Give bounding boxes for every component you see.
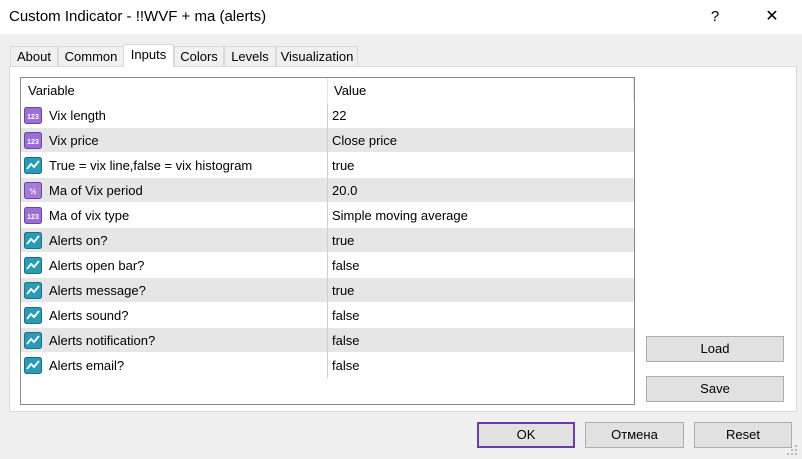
grid-rows: 123 Vix length 22 123 Vix price Close price Tr… bbox=[21, 103, 634, 378]
variable-name: Alerts message? bbox=[49, 283, 146, 298]
variable-name: Alerts notification? bbox=[49, 333, 156, 348]
table-row[interactable]: True = vix line,false = vix histogram tru… bbox=[21, 153, 634, 178]
help-button[interactable]: ? bbox=[700, 5, 730, 29]
cell-divider bbox=[327, 228, 328, 253]
tab-levels[interactable]: Levels bbox=[224, 46, 276, 66]
tab-inputs[interactable]: Inputs bbox=[123, 44, 174, 67]
boolean-icon bbox=[24, 332, 42, 349]
integer-icon: 123 bbox=[24, 107, 42, 124]
table-row[interactable]: Alerts notification? false bbox=[21, 328, 634, 353]
window-title: Custom Indicator - !!WVF + ma (alerts) bbox=[9, 8, 267, 25]
reset-button[interactable]: Reset bbox=[694, 422, 792, 448]
tab-visualization[interactable]: Visualization bbox=[276, 46, 358, 66]
cell-divider bbox=[327, 103, 328, 128]
value-cell[interactable]: false bbox=[332, 358, 359, 373]
title-bar: Custom Indicator - !!WVF + ma (alerts) ?… bbox=[0, 0, 802, 34]
variable-name: True = vix line,false = vix histogram bbox=[49, 158, 253, 173]
table-row[interactable]: Alerts email? false bbox=[21, 353, 634, 378]
value-cell[interactable]: 22 bbox=[332, 108, 346, 123]
value-cell[interactable]: Simple moving average bbox=[332, 208, 468, 223]
variable-name: Ma of vix type bbox=[49, 208, 130, 223]
cancel-button[interactable]: Отмена bbox=[585, 422, 684, 448]
table-row[interactable]: ½ Ma of Vix period 20.0 bbox=[21, 178, 634, 203]
variable-name: Ma of Vix period bbox=[49, 183, 143, 198]
variable-name: Alerts on? bbox=[49, 233, 108, 248]
table-row[interactable]: Alerts open bar? false bbox=[21, 253, 634, 278]
table-row[interactable]: Alerts message? true bbox=[21, 278, 634, 303]
value-cell[interactable]: Close price bbox=[332, 133, 397, 148]
svg-text:½: ½ bbox=[30, 187, 37, 196]
boolean-icon bbox=[24, 282, 42, 299]
variable-name: Alerts email? bbox=[49, 358, 125, 373]
tab-about[interactable]: About bbox=[10, 46, 58, 66]
integer-icon: 123 bbox=[24, 207, 42, 224]
column-divider[interactable] bbox=[327, 78, 328, 102]
svg-text:123: 123 bbox=[27, 114, 39, 121]
grid-header: Variable Value bbox=[21, 78, 634, 102]
resize-grip-icon[interactable] bbox=[786, 444, 798, 456]
variable-name: Vix price bbox=[49, 133, 99, 148]
double-icon: ½ bbox=[24, 182, 42, 199]
cell-divider bbox=[327, 203, 328, 228]
value-cell[interactable]: false bbox=[332, 308, 359, 323]
table-row[interactable]: 123 Vix length 22 bbox=[21, 103, 634, 128]
inputs-grid: Variable Value 123 Vix length 22 123 Vix pri… bbox=[20, 77, 635, 405]
tab-common[interactable]: Common bbox=[58, 46, 124, 66]
boolean-icon bbox=[24, 357, 42, 374]
boolean-icon bbox=[24, 157, 42, 174]
integer-icon: 123 bbox=[24, 132, 42, 149]
svg-text:123: 123 bbox=[27, 139, 39, 146]
cell-divider bbox=[327, 328, 328, 353]
close-button[interactable]: ✕ bbox=[757, 5, 787, 29]
cell-divider bbox=[327, 303, 328, 328]
variable-name: Vix length bbox=[49, 108, 106, 123]
value-cell[interactable]: true bbox=[332, 233, 354, 248]
value-cell[interactable]: true bbox=[332, 283, 354, 298]
boolean-icon bbox=[24, 257, 42, 274]
tab-colors[interactable]: Colors bbox=[174, 46, 224, 66]
value-cell[interactable]: 20.0 bbox=[332, 183, 357, 198]
cell-divider bbox=[327, 278, 328, 303]
column-divider-end bbox=[633, 78, 634, 102]
column-header-variable[interactable]: Variable bbox=[28, 83, 75, 98]
boolean-icon bbox=[24, 232, 42, 249]
variable-name: Alerts sound? bbox=[49, 308, 129, 323]
table-row[interactable]: 123 Ma of vix type Simple moving average bbox=[21, 203, 634, 228]
value-cell[interactable]: false bbox=[332, 333, 359, 348]
boolean-icon bbox=[24, 307, 42, 324]
save-button[interactable]: Save bbox=[646, 376, 784, 402]
table-row[interactable]: Alerts on? true bbox=[21, 228, 634, 253]
load-button[interactable]: Load bbox=[646, 336, 784, 362]
table-row[interactable]: 123 Vix price Close price bbox=[21, 128, 634, 153]
value-cell[interactable]: false bbox=[332, 258, 359, 273]
svg-text:123: 123 bbox=[27, 214, 39, 221]
variable-name: Alerts open bar? bbox=[49, 258, 145, 273]
table-row[interactable]: Alerts sound? false bbox=[21, 303, 634, 328]
cell-divider bbox=[327, 178, 328, 203]
cell-divider bbox=[327, 153, 328, 178]
column-header-value[interactable]: Value bbox=[334, 83, 366, 98]
value-cell[interactable]: true bbox=[332, 158, 354, 173]
ok-button[interactable]: OK bbox=[477, 422, 575, 448]
cell-divider bbox=[327, 353, 328, 378]
cell-divider bbox=[327, 128, 328, 153]
cell-divider bbox=[327, 253, 328, 278]
